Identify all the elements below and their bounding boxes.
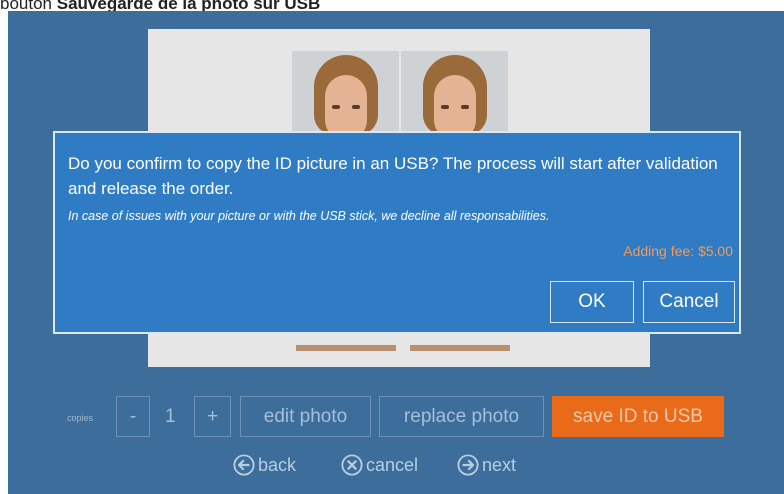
back-label: back [258, 454, 297, 475]
decrease-copies-button[interactable]: - [116, 396, 150, 437]
close-circle-icon [341, 454, 363, 476]
dialog-fee: Adding fee: $5.00 [623, 243, 733, 259]
dialog-disclaimer: In case of issues with your picture or w… [68, 209, 550, 223]
arrow-right-circle-icon [457, 454, 479, 476]
cancel-button[interactable]: Cancel [643, 281, 735, 323]
cancel-nav[interactable]: cancel [341, 450, 418, 480]
photo-strip-right [410, 345, 510, 351]
edit-photo-button[interactable]: edit photo [240, 396, 371, 437]
photo-strip-left [296, 345, 396, 351]
cancel-label: cancel [366, 454, 419, 475]
dialog-question: Do you confirm to copy the ID picture in… [68, 154, 718, 198]
id-photo-left [292, 51, 399, 141]
confirm-usb-dialog: Do you confirm to copy the ID picture in… [53, 131, 741, 334]
arrow-left-circle-icon [233, 454, 255, 476]
next-label: next [482, 454, 517, 475]
copies-count: 1 [165, 405, 176, 427]
next-nav[interactable]: next [457, 450, 516, 480]
id-photo-right [401, 51, 508, 141]
save-id-to-usb-button[interactable]: save ID to USB [552, 396, 724, 437]
kiosk-screen: Do you confirm to copy the ID picture in… [8, 11, 784, 494]
ok-button[interactable]: OK [550, 281, 634, 323]
replace-photo-button[interactable]: replace photo [379, 396, 544, 437]
increase-copies-button[interactable]: + [194, 396, 231, 437]
copies-label: copies [67, 413, 94, 423]
back-nav[interactable]: back [233, 450, 296, 480]
